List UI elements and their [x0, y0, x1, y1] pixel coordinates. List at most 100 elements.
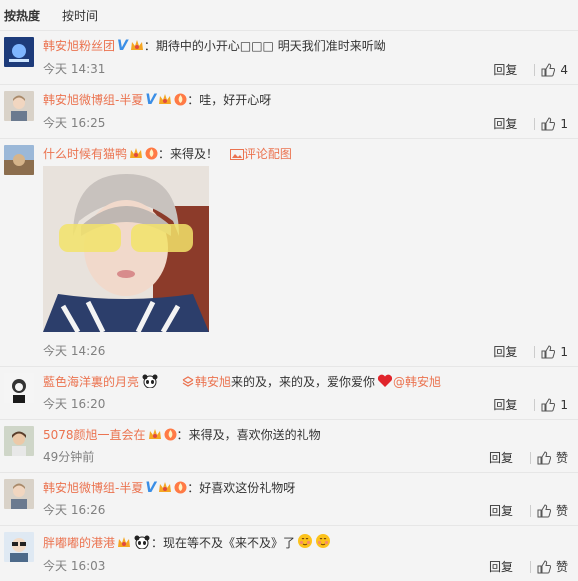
reply-button[interactable]: 回复 [493, 115, 517, 132]
comment-photo[interactable] [43, 166, 209, 334]
panda-icon [142, 374, 158, 388]
comment-separator: ： [158, 147, 171, 161]
fire-badge [174, 93, 187, 106]
picture-icon [229, 149, 244, 160]
reply-button[interactable]: 回复 [493, 396, 517, 413]
reply-button[interactable]: 回复 [489, 502, 513, 519]
verified-v-icon: V [145, 92, 157, 108]
forwarded-username[interactable]: 韩安旭 [195, 375, 231, 389]
comment-separator: ： [187, 93, 200, 107]
vip-crown-badge [130, 148, 143, 158]
comment-time: 今天 16:26 [43, 503, 106, 517]
avatar[interactable] [4, 373, 34, 403]
comment-username[interactable]: 韩安旭粉丝团 [43, 39, 115, 53]
comment-item: 藍色海洋裏的月亮 韩安旭来的及，来的及，爱你爱你 @韩安旭 今天 16:20 回复 … [0, 367, 578, 420]
comment-time: 今天 14:26 [43, 344, 106, 358]
like-count: 4 [560, 62, 568, 77]
avatar[interactable] [4, 145, 34, 175]
comment-username[interactable]: 韩安旭微博组-半夏 [43, 481, 143, 495]
heart-icon [377, 374, 393, 387]
vip-crown-badge [130, 40, 143, 50]
comment-item: 5078颜旭一直会在 ：来得及，喜欢你送的礼物 49分钟前 回复 赞 [0, 420, 578, 473]
reply-button[interactable]: 回复 [489, 449, 513, 466]
comment-text: 好喜欢这份礼物呀 [199, 481, 296, 495]
like-button[interactable]: 1 [541, 345, 568, 359]
like-button[interactable]: 4 [541, 63, 568, 77]
like-count: 1 [560, 344, 568, 359]
divider [529, 504, 531, 517]
comment-mention[interactable]: @韩安旭 [393, 375, 441, 389]
thumbs-up-icon [541, 62, 556, 76]
comment-time: 今天 16:25 [43, 116, 106, 130]
comment-username[interactable]: 什么时候有猫鸭 [43, 147, 127, 161]
thumbs-up-icon [537, 559, 551, 573]
comment-time: 今天 14:31 [43, 62, 106, 76]
fire-badge [164, 428, 177, 441]
comment-time: 49分钟前 [43, 450, 95, 464]
blush-emoji [316, 534, 331, 548]
comment-text: 来得及，喜欢你送的礼物 [188, 428, 321, 442]
like-button[interactable]: 赞 [537, 449, 568, 466]
reply-button[interactable]: 回复 [493, 61, 517, 78]
divider [529, 560, 531, 573]
comment-separator: ： [151, 536, 164, 550]
comment-text: 现在等不及《来不及》了 [163, 536, 296, 550]
tab-by-time[interactable]: 按时间 [62, 7, 98, 24]
tab-by-hot[interactable]: 按热度 [4, 7, 40, 24]
comment-text: 期待中的小开心□□□ 明天我们准时来听呦 [155, 39, 386, 53]
blush-emoji [298, 534, 313, 548]
vip-crown-badge [159, 94, 172, 104]
comment-item: 韩安旭粉丝团 V ：期待中的小开心□□□ 明天我们准时来听呦 今天 14:31 回复… [0, 31, 578, 85]
comment-username[interactable]: 韩安旭微博组-半夏 [43, 93, 143, 107]
sort-tabs: 按热度 按时间 [0, 0, 578, 31]
thumbs-up-icon [537, 503, 551, 517]
comment-picture-link[interactable]: 评论配图 [244, 147, 292, 161]
comment-username[interactable]: 藍色海洋裏的月亮 [43, 375, 139, 389]
thumbs-up-icon [541, 344, 556, 358]
retweet-icon [182, 376, 194, 387]
avatar[interactable] [4, 37, 34, 67]
comment-item: 胖嘟嘟的港港 ：现在等不及《来不及》了 今天 16:03 回复 赞 [0, 526, 578, 581]
like-label: 赞 [555, 504, 568, 518]
like-button[interactable]: 1 [541, 117, 568, 131]
divider [534, 345, 536, 358]
comment-text: 来得及！ [170, 147, 219, 161]
like-button[interactable]: 赞 [537, 558, 568, 575]
thumbs-up-icon [541, 397, 556, 411]
avatar[interactable] [4, 91, 34, 121]
comment-text: 哇，好开心呀 [199, 93, 272, 107]
comment-separator: ： [176, 428, 189, 442]
comment-username[interactable]: 胖嘟嘟的港港 [43, 536, 115, 550]
like-button[interactable]: 赞 [537, 502, 568, 519]
like-button[interactable]: 1 [541, 398, 568, 412]
verified-v-icon: V [145, 480, 157, 496]
avatar[interactable] [4, 532, 34, 562]
fire-badge [174, 481, 187, 494]
thumbs-up-icon [537, 450, 551, 464]
reply-button[interactable]: 回复 [489, 558, 513, 575]
like-label: 赞 [555, 560, 568, 574]
comment-item: 什么时候有猫鸭 ：来得及！ 评论配图 今天 14:26 回复 1 [0, 139, 578, 367]
verified-v-icon: V [117, 38, 128, 54]
like-count: 1 [560, 116, 568, 131]
fire-badge [145, 147, 158, 160]
comment-item: 韩安旭微博组-半夏 V ：好喜欢这份礼物呀 今天 16:26 回复 赞 [0, 473, 578, 526]
comment-separator: ： [143, 39, 156, 53]
comment-item: 韩安旭微博组-半夏 V ：哇，好开心呀 今天 16:25 回复 1 [0, 85, 578, 139]
avatar[interactable] [4, 479, 34, 509]
vip-crown-badge [118, 537, 131, 547]
comment-time: 今天 16:20 [43, 397, 106, 411]
vip-crown-badge [148, 429, 161, 439]
divider [534, 117, 536, 130]
reply-button[interactable]: 回复 [493, 343, 517, 360]
comment-time: 今天 16:03 [43, 559, 106, 573]
like-count: 1 [560, 397, 568, 412]
divider [534, 63, 536, 76]
divider [534, 398, 536, 411]
panda-icon [134, 535, 150, 549]
comment-separator: ： [187, 481, 200, 495]
avatar[interactable] [4, 426, 34, 456]
vip-crown-badge [159, 482, 172, 492]
comment-text: 来的及，来的及，爱你爱你 [231, 375, 376, 389]
comment-username[interactable]: 5078颜旭一直会在 [43, 428, 146, 442]
